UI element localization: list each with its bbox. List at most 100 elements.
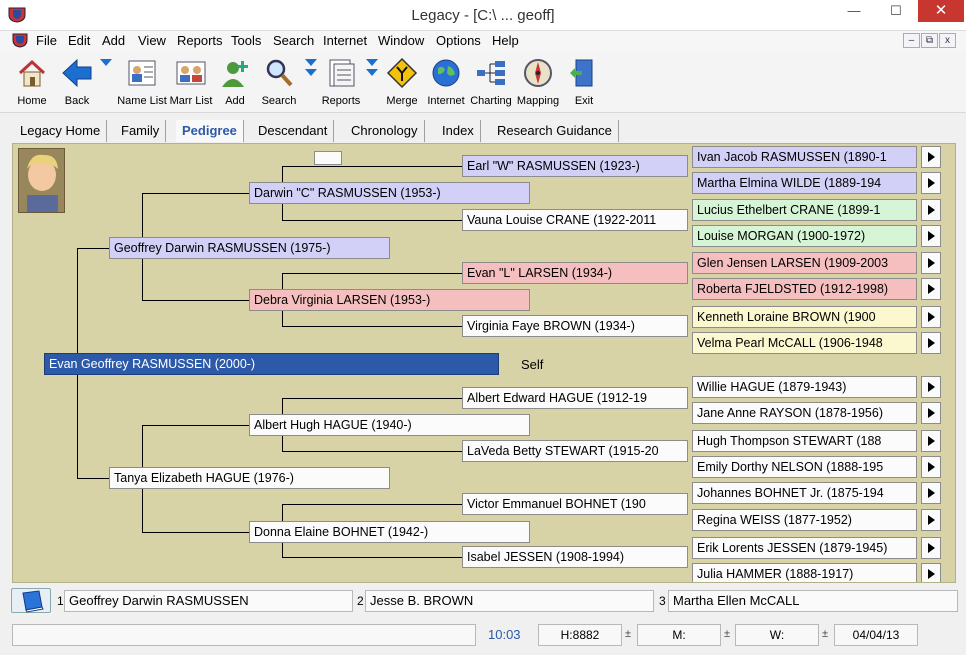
great-grandparent-box[interactable]: LaVeda Betty STEWART (1915-20 [462,440,688,462]
menu-search[interactable]: Search [273,31,314,51]
mdi-restore-button[interactable]: ⧉ [921,33,938,48]
gen5-person-box[interactable]: Glen Jensen LARSEN (1909-2003 [692,252,917,274]
expand-ancestor-button[interactable] [921,563,941,582]
back-dropdown-icon[interactable] [100,59,112,66]
menu-reports[interactable]: Reports [177,31,223,51]
menu-add[interactable]: Add [102,31,125,51]
sibling-field[interactable]: Geoffrey Darwin RASMUSSEN [64,590,353,612]
menu-window[interactable]: Window [378,31,424,51]
expand-ancestor-button[interactable] [921,225,941,247]
paternal-grandfather-box[interactable]: Darwin "C" RASMUSSEN (1953-) [249,182,530,204]
gen5-person-box[interactable]: Regina WEISS (1877-1952) [692,509,917,531]
menu-view[interactable]: View [138,31,166,51]
gen5-person-box[interactable]: Kenneth Loraine BROWN (1900 [692,306,917,328]
paternal-grandmother-box[interactable]: Debra Virginia LARSEN (1953-) [249,289,530,311]
expand-ancestor-button[interactable] [921,376,941,398]
gen5-person-box[interactable]: Julia HAMMER (1888-1917) [692,563,917,582]
great-grandparent-box[interactable]: Albert Edward HAGUE (1912-19 [462,387,688,409]
menu-options[interactable]: Options [436,31,481,51]
gen5-person-box[interactable]: Velma Pearl McCALL (1906-1948 [692,332,917,354]
gen5-person-box[interactable]: Johannes BOHNET Jr. (1875-194 [692,482,917,504]
tab-legacy-home[interactable]: Legacy Home [14,120,108,142]
gen5-person-box[interactable]: Lucius Ethelbert CRANE (1899-1 [692,199,917,221]
pm-symbol: ± [724,628,731,640]
expand-ancestor-button[interactable] [921,252,941,274]
mdi-close-button[interactable]: x [939,33,956,48]
gen5-person-box[interactable]: Martha Elmina WILDE (1889-194 [692,172,917,194]
book-icon[interactable] [11,588,51,613]
expand-ancestor-button[interactable] [921,456,941,478]
expand-ancestor-button[interactable] [921,537,941,559]
expand-ancestor-button[interactable] [921,306,941,328]
root-person-box[interactable]: Evan Geoffrey RASMUSSEN (2000-) [44,353,499,375]
expand-ancestor-button[interactable] [921,509,941,531]
great-grandparent-box[interactable]: Isabel JESSEN (1908-1994) [462,546,688,568]
maternal-grandmother-box[interactable]: Donna Elaine BOHNET (1942-) [249,521,530,543]
expand-ancestor-button[interactable] [921,402,941,424]
gen5-person-box[interactable]: Hugh Thompson STEWART (188 [692,430,917,452]
connector-line [282,166,463,167]
menu-internet[interactable]: Internet [323,31,367,51]
tab-family[interactable]: Family [115,120,167,142]
father-box[interactable]: Geoffrey Darwin RASMUSSEN (1975-) [109,237,390,259]
expand-ancestor-button[interactable] [921,482,941,504]
gen5-person-box[interactable]: Louise MORGAN (1900-1972) [692,225,917,247]
connector-line [282,220,463,221]
person-photo[interactable] [18,148,65,213]
expand-ancestor-button[interactable] [921,199,941,221]
close-button[interactable]: ✕ [918,0,964,22]
marriage-list-icon [176,61,206,85]
status-m-count: M: [637,624,721,646]
search-button[interactable]: Search [249,55,309,111]
back-button[interactable]: Back [47,55,107,111]
gen5-person-box[interactable]: Roberta FJELDSTED (1912-1998) [692,278,917,300]
menu-file[interactable]: File [36,31,57,51]
expand-ancestor-button[interactable] [921,172,941,194]
status-h-count: H:8882 [538,624,622,646]
tab-descendant[interactable]: Descendant [252,120,335,142]
expand-ancestor-button[interactable] [921,430,941,452]
menu-edit[interactable]: Edit [68,31,90,51]
search-icon [266,59,293,87]
exit-button[interactable]: Exit [554,55,614,111]
connector-line [282,326,463,327]
gen5-person-box[interactable]: Willie HAGUE (1879-1943) [692,376,917,398]
sibling-field[interactable]: Martha Ellen McCALL [668,590,958,612]
gen5-person-box[interactable]: Erik Lorents JESSEN (1879-1945) [692,537,917,559]
back-arrow-icon [62,58,92,88]
status-time: 10:03 [488,627,521,642]
mother-box[interactable]: Tanya Elizabeth HAGUE (1976-) [109,467,390,489]
connector-line [142,193,250,194]
maximize-button[interactable]: ☐ [876,0,916,22]
connector-line [77,248,110,249]
great-grandparent-box[interactable]: Evan "L" LARSEN (1934-) [462,262,688,284]
menu-tools[interactable]: Tools [231,31,261,51]
toolbar: Home Back Name List Marr List Add Search… [0,51,966,113]
tab-pedigree[interactable]: Pedigree [176,120,244,142]
chart-icon [477,61,505,85]
great-grandparent-box[interactable]: Victor Emmanuel BOHNET (190 [462,493,688,515]
great-grandparent-box[interactable]: Earl "W" RASMUSSEN (1923-) [462,155,688,177]
document-icon[interactable] [12,33,28,48]
mdi-minimize-button[interactable]: – [903,33,920,48]
maternal-grandfather-box[interactable]: Albert Hugh HAGUE (1940-) [249,414,530,436]
gen5-person-box[interactable]: Jane Anne RAYSON (1878-1956) [692,402,917,424]
expand-ancestor-button[interactable] [921,332,941,354]
sibling-bar: 1 Geoffrey Darwin RASMUSSEN 2 Jesse B. B… [0,586,966,616]
empty-slot-box[interactable] [314,151,342,165]
sibling-field[interactable]: Jesse B. BROWN [365,590,654,612]
great-grandparent-box[interactable]: Vauna Louise CRANE (1922-2011 [462,209,688,231]
menu-help[interactable]: Help [492,31,519,51]
add-person-icon [222,61,248,87]
expand-ancestor-button[interactable] [921,146,941,168]
great-grandparent-box[interactable]: Virginia Faye BROWN (1934-) [462,315,688,337]
reports-button[interactable]: Reports [311,55,371,111]
gen5-person-box[interactable]: Emily Dorthy NELSON (1888-195 [692,456,917,478]
tab-research-guidance[interactable]: Research Guidance [491,120,619,142]
gen5-person-box[interactable]: Ivan Jacob RASMUSSEN (1890-1 [692,146,917,168]
expand-ancestor-button[interactable] [921,278,941,300]
minimize-button[interactable]: — [834,0,874,22]
name-list-icon [128,60,156,86]
tab-chronology[interactable]: Chronology [345,120,425,142]
tab-index[interactable]: Index [436,120,481,142]
